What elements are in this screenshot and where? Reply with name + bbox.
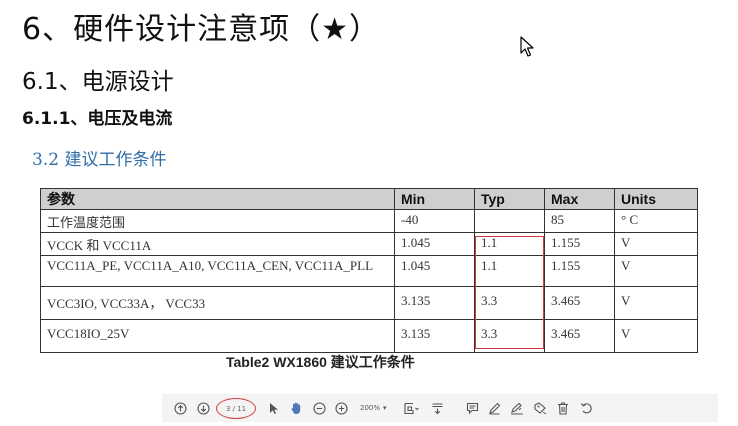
table-row: VCCK 和 VCC11A 1.045 1.1 1.155 V <box>40 232 698 256</box>
cell-max: 3.465 <box>544 319 615 353</box>
cell-parameter: VCC3IO, VCC33A， VCC33 <box>40 286 395 320</box>
page-number-indicator[interactable]: 3 / 11 <box>216 398 256 419</box>
cell-units: V <box>614 232 698 256</box>
cell-units: V <box>614 255 698 287</box>
cell-units: ° C <box>614 209 698 233</box>
cell-parameter: VCCK 和 VCC11A <box>40 232 395 256</box>
cell-max: 3.465 <box>544 286 615 320</box>
section-title: 6、硬件设计注意项（★） <box>22 12 380 47</box>
header-max: Max <box>544 188 615 210</box>
arrow-up-circle-icon[interactable] <box>174 398 187 418</box>
pen-icon[interactable] <box>488 398 501 418</box>
arrow-down-circle-icon[interactable] <box>197 398 210 418</box>
cell-parameter: VCC18IO_25V <box>40 319 395 353</box>
undo-icon[interactable] <box>580 398 593 418</box>
cell-min: 3.135 <box>394 319 475 353</box>
cell-min: 1.045 <box>394 232 475 256</box>
zoom-level-value: 200% <box>360 404 381 412</box>
stamp-icon[interactable] <box>533 398 547 418</box>
header-units: Units <box>614 188 698 210</box>
cell-max: 1.155 <box>544 232 615 256</box>
fit-page-icon[interactable] <box>403 398 419 418</box>
mouse-cursor-icon <box>520 36 534 57</box>
comment-icon[interactable] <box>466 398 479 418</box>
zoom-in-icon[interactable] <box>335 398 348 418</box>
cell-units: V <box>614 319 698 353</box>
table-row: VCC18IO_25V 3.135 3.3 3.465 V <box>40 319 698 353</box>
table-caption: Table2 WX1860 建议工作条件 <box>226 354 415 370</box>
header-typ: Typ <box>474 188 545 210</box>
table-row: 工作温度范围 -40 85 ° C <box>40 209 698 233</box>
sub-subsection-title: 6.1.1、电压及电流 <box>22 109 173 129</box>
zoom-out-icon[interactable] <box>313 398 326 418</box>
table-section-heading: 3.2 建议工作条件 <box>32 150 167 170</box>
cell-min: -40 <box>394 209 475 233</box>
cell-min: 1.045 <box>394 255 475 287</box>
operating-conditions-table: 参数 Min Typ Max Units 工作温度范围 -40 85 ° C V… <box>40 188 698 353</box>
scroll-mode-icon[interactable] <box>431 398 444 418</box>
chevron-down-icon: ▾ <box>383 404 387 412</box>
cell-parameter: 工作温度范围 <box>40 209 395 233</box>
table-row: VCC11A_PE, VCC11A_A10, VCC11A_CEN, VCC11… <box>40 255 698 287</box>
sign-icon[interactable] <box>510 398 524 418</box>
cell-max: 1.155 <box>544 255 615 287</box>
select-cursor-icon[interactable] <box>269 398 279 418</box>
header-parameter: 参数 <box>40 188 395 210</box>
cell-parameter: VCC11A_PE, VCC11A_A10, VCC11A_CEN, VCC11… <box>40 255 395 287</box>
header-min: Min <box>394 188 475 210</box>
typ-column-highlight-annotation <box>475 236 544 349</box>
hand-tool-icon[interactable] <box>290 398 304 418</box>
delete-icon[interactable] <box>557 398 569 418</box>
table-row: VCC3IO, VCC33A， VCC33 3.135 3.3 3.465 V <box>40 286 698 320</box>
table-header-row: 参数 Min Typ Max Units <box>40 188 698 210</box>
cell-max: 85 <box>544 209 615 233</box>
subsection-title: 6.1、电源设计 <box>22 69 174 95</box>
cell-min: 3.135 <box>394 286 475 320</box>
cell-units: V <box>614 286 698 320</box>
zoom-level-select[interactable]: 200% ▾ <box>360 398 387 418</box>
cell-typ <box>474 209 545 233</box>
